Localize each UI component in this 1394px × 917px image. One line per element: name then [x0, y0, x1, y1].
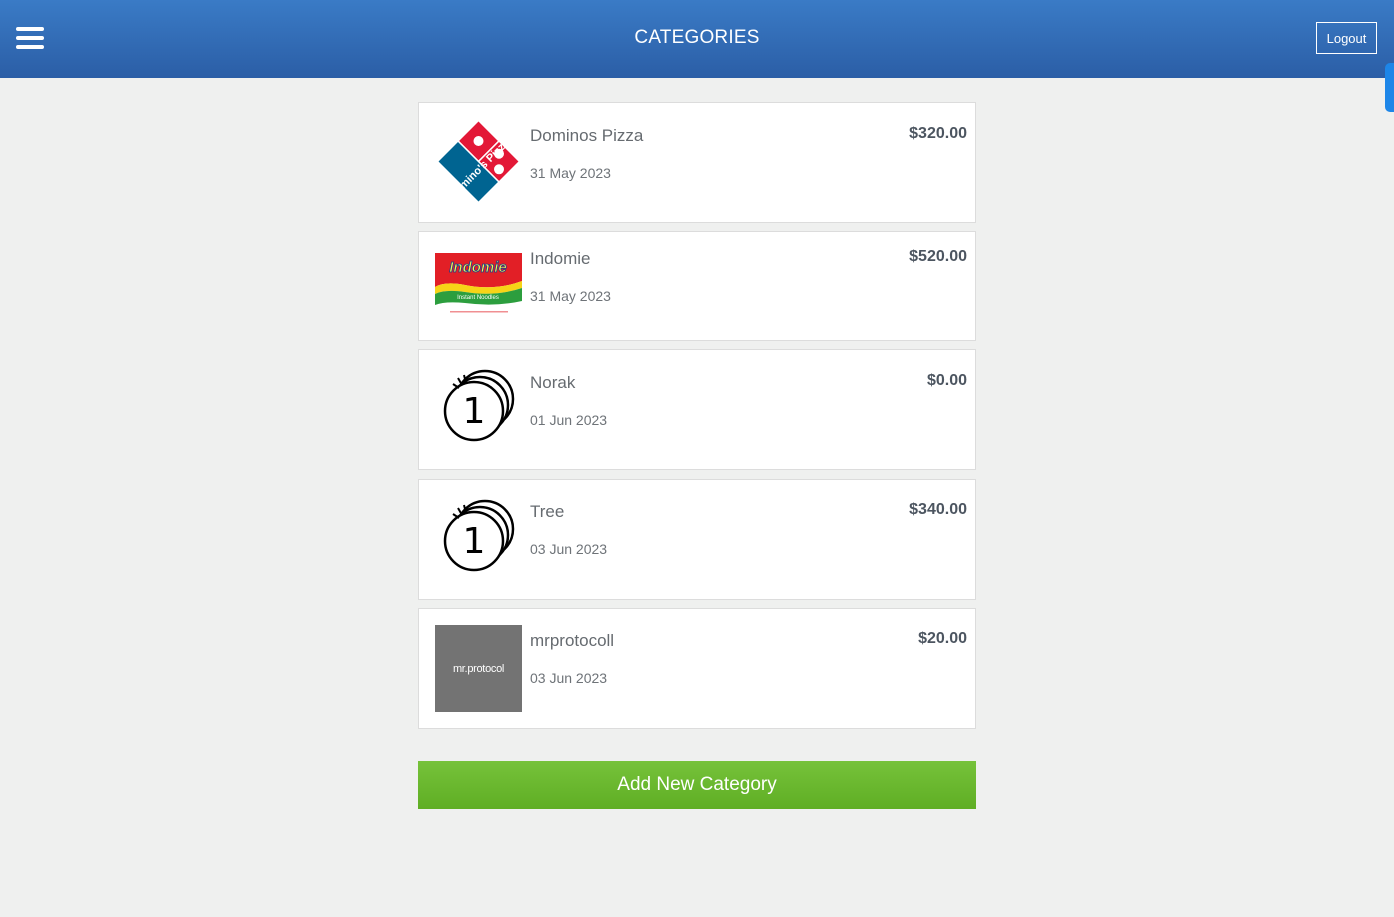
- svg-text:1: 1: [463, 521, 486, 562]
- category-name: Indomie: [530, 249, 591, 268]
- category-name: Norak: [530, 373, 576, 392]
- category-date: 03 Jun 2023: [530, 670, 608, 686]
- coin-stack-icon: 1: [435, 495, 522, 582]
- category-date: 03 Jun 2023: [530, 541, 608, 557]
- logout-button[interactable]: Logout: [1316, 22, 1377, 54]
- add-new-category-button[interactable]: Add New Category: [418, 761, 976, 809]
- category-amount: $320.00: [909, 125, 967, 142]
- svg-text:Indomie: Indomie: [449, 259, 507, 276]
- indomie-logo: Indomie Instant Noodles: [435, 241, 522, 328]
- category-date: 01 Jun 2023: [530, 412, 608, 428]
- category-card-mrprotocoll[interactable]: mr.protocol mrprotocoll 03 Jun 2023 $20.…: [418, 608, 976, 729]
- svg-text:1: 1: [463, 391, 486, 432]
- category-name: mrprotocoll: [530, 631, 615, 650]
- app-header: CATEGORIES Logout: [0, 0, 1394, 78]
- category-date: 31 May 2023: [530, 165, 611, 181]
- dominos-pizza-logo: Domino's Pizza: [435, 118, 522, 205]
- category-name: Dominos Pizza: [530, 126, 644, 145]
- category-amount: $0.00: [926, 372, 967, 389]
- category-card-tree[interactable]: 1 Tree 03 Jun 2023 $340.00: [418, 479, 976, 600]
- category-card-indomie[interactable]: Indomie Instant Noodles Indomie 31 May 2…: [418, 231, 976, 341]
- category-card-dominos-pizza[interactable]: Domino's Pizza Dominos Pizza 31 May 2023…: [418, 102, 976, 223]
- category-amount: $340.00: [909, 501, 967, 518]
- category-name: Tree: [530, 502, 565, 521]
- page-title: CATEGORIES: [634, 27, 760, 48]
- scrollbar-thumb[interactable]: [1385, 63, 1394, 112]
- svg-text:Instant Noodles: Instant Noodles: [457, 295, 499, 301]
- category-card-norak[interactable]: 1 Norak 01 Jun 2023 $0.00: [418, 349, 976, 470]
- category-date: 31 May 2023: [530, 288, 611, 304]
- category-amount: $20.00: [918, 630, 967, 647]
- mrprotocol-logo: mr.protocol: [435, 625, 522, 712]
- coin-stack-icon: 1: [435, 365, 522, 452]
- category-amount: $520.00: [909, 248, 967, 265]
